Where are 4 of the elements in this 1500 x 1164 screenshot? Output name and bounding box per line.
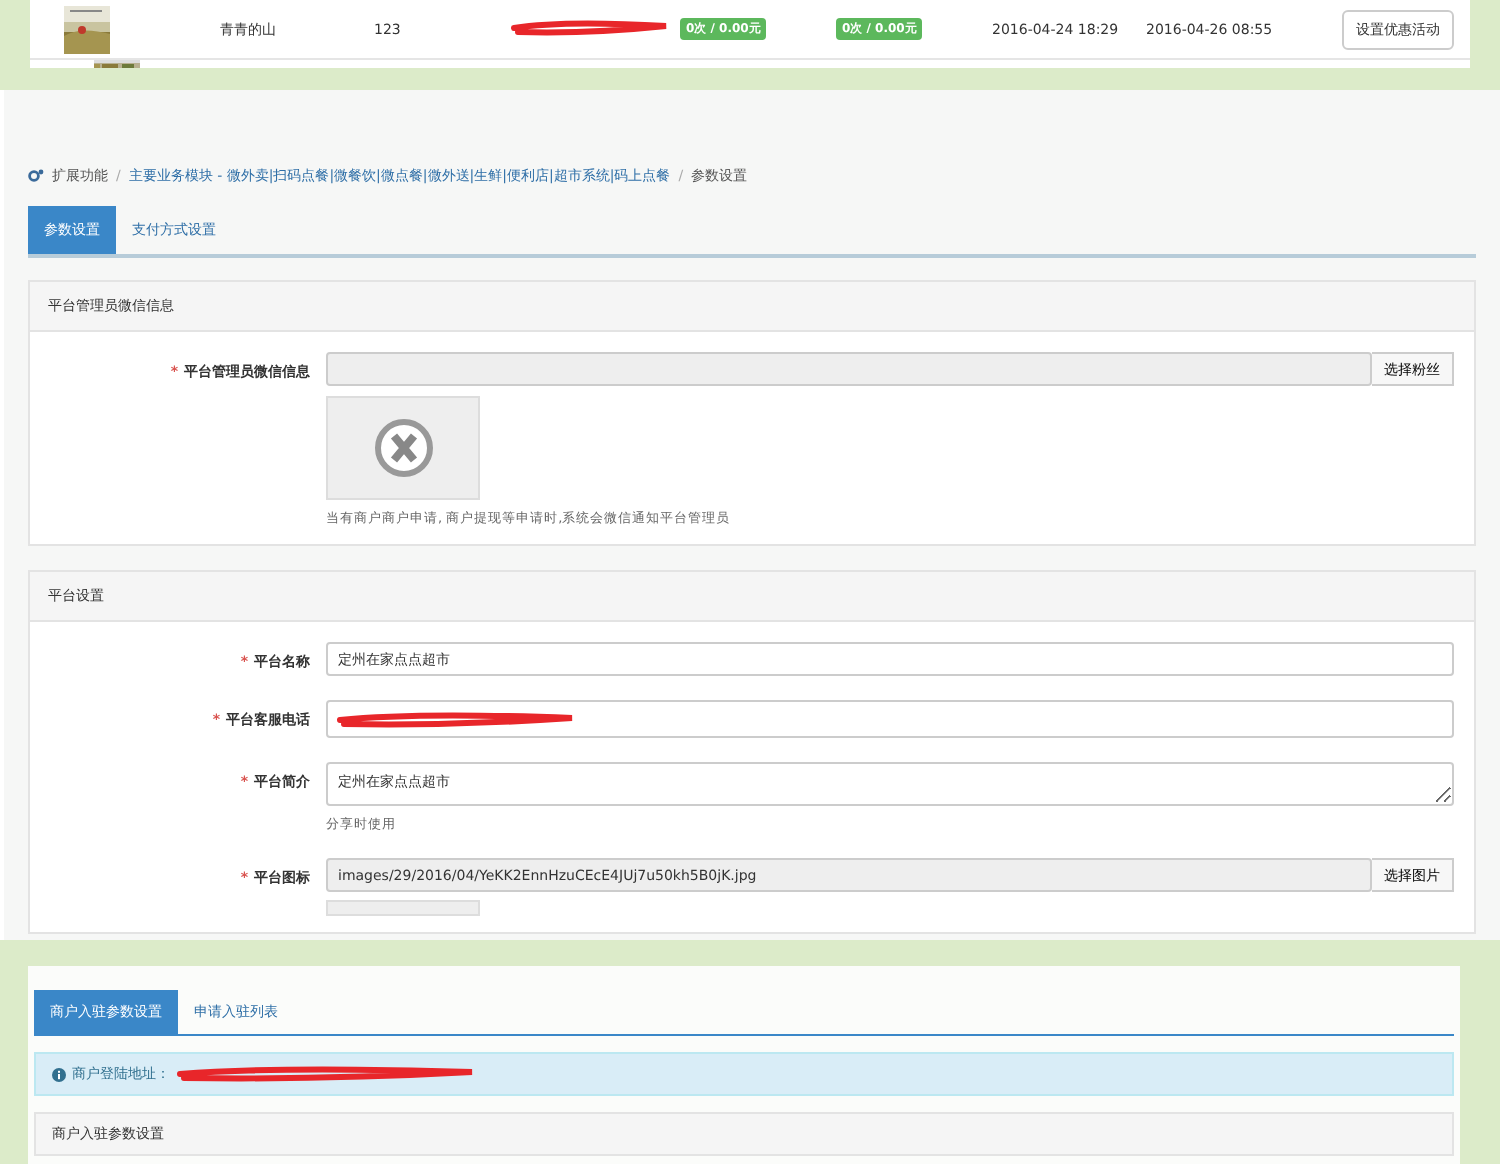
input-field[interactable] [326,700,1454,738]
info-icon [52,1067,66,1081]
close-icon [373,418,433,478]
input-field[interactable] [326,352,1372,386]
